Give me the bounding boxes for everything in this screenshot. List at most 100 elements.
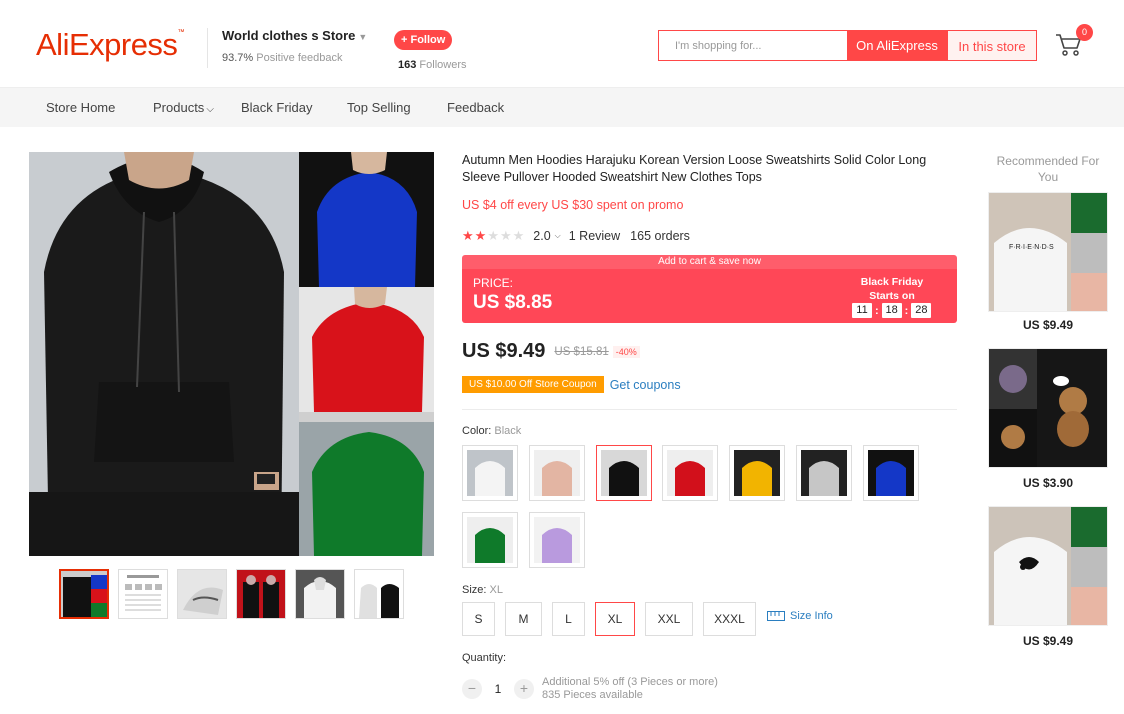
star-icon: ★ [499, 228, 513, 243]
store-info: World clothes s Store ▼ 93.7% Positive fe… [207, 28, 367, 68]
countdown-timer: 11 : 18 : 28 [852, 303, 932, 318]
store-name[interactable]: World clothes s Store ▼ [222, 28, 367, 43]
nav-black-friday[interactable]: Black Friday [241, 100, 313, 115]
size-xl-button[interactable]: XL [595, 602, 635, 636]
search-aliexpress-button[interactable]: On AliExpress [847, 30, 947, 61]
feedback-label: Positive feedback [256, 52, 343, 64]
thumbnail-2[interactable] [118, 569, 168, 619]
countdown-minutes: 18 [881, 303, 902, 318]
cart-button[interactable]: 0 [1054, 24, 1093, 60]
chevron-down-icon: ⌵ [206, 104, 214, 115]
chevron-down-icon: ▼ [358, 32, 368, 42]
color-swatch-black[interactable] [596, 445, 652, 501]
color-swatch-red[interactable] [662, 445, 718, 501]
hoodie-image [868, 450, 914, 496]
color-label-text: Color: [462, 425, 492, 437]
quantity-decrease-button[interactable]: − [462, 679, 482, 699]
recommended-item-3[interactable] [988, 506, 1108, 626]
coupon-row: US $10.00 Off Store Coupon Get coupons [462, 376, 681, 393]
store-nav: Store Home Products ⌵ Black Friday Top Se… [0, 87, 1124, 127]
product-title: Autumn Men Hoodies Harajuku Korean Versi… [462, 153, 927, 184]
size-l-button[interactable]: L [552, 602, 585, 636]
svg-text:F·R·I·E·N·D·S: F·R·I·E·N·D·S [1009, 244, 1054, 251]
thumbnail-image [61, 571, 107, 617]
color-value: Black [494, 425, 522, 437]
quantity-label: Quantity: [462, 652, 507, 664]
quantity-note: Additional 5% off (3 Pieces or more) 835… [542, 676, 718, 702]
chevron-down-icon[interactable]: ⌵ [555, 231, 561, 241]
hoodie-image [534, 450, 580, 496]
follow-button[interactable]: + Follow [394, 30, 453, 50]
thumbnail-1[interactable] [59, 569, 109, 619]
color-swatch-white[interactable] [462, 445, 518, 501]
thumbnail-5[interactable] [295, 569, 345, 619]
banner-top-text: Add to cart & save now [462, 255, 957, 269]
followers-label: Followers [419, 59, 467, 71]
store-coupon[interactable]: US $10.00 Off Store Coupon [462, 376, 604, 393]
thumbnail-image [237, 570, 285, 618]
thumbnail-3[interactable] [177, 569, 227, 619]
bf-line2: Starts on [869, 290, 915, 302]
hoodie-image [601, 450, 647, 496]
thumbnail-6[interactable] [354, 569, 404, 619]
size-xxl-button[interactable]: XXL [645, 602, 693, 636]
star-icon: ★ [512, 228, 526, 243]
size-m-button[interactable]: M [505, 602, 542, 636]
nav-feedback[interactable]: Feedback [447, 100, 504, 115]
promo-text[interactable]: US $4 off every US $30 spent on promo [462, 198, 683, 212]
thumbnail-image [355, 570, 403, 618]
color-swatch-pink[interactable] [529, 445, 585, 501]
color-swatch-purple[interactable] [529, 512, 585, 568]
product-image [989, 507, 1107, 625]
hoodie-image [667, 450, 713, 496]
countdown-hours: 11 [852, 303, 872, 318]
cart-badge: 0 [1076, 24, 1093, 41]
size-s-button[interactable]: S [462, 602, 495, 636]
color-swatch-green[interactable] [462, 512, 518, 568]
size-xxxl-button[interactable]: XXXL [703, 602, 756, 636]
thumbnail-image [178, 570, 226, 618]
hoodie-image [801, 450, 847, 496]
search-store-button[interactable]: In this store [947, 30, 1037, 61]
star-icon: ★ [487, 228, 500, 243]
main-product-image[interactable] [29, 152, 434, 556]
recommended-price-1: US $9.49 [1022, 318, 1074, 332]
pieces-available: 835 Pieces available [542, 689, 643, 701]
original-price: US $15.81 [554, 345, 609, 358]
nav-store-home[interactable]: Store Home [46, 100, 115, 115]
size-label-text: Size: [462, 584, 487, 596]
recommended-item-1[interactable]: F·R·I·E·N·D·S [988, 192, 1108, 312]
price-banner[interactable]: Add to cart & save now PRICE: US $8.85 B… [462, 255, 957, 323]
follow-box: + Follow 163 Followers [394, 30, 467, 71]
aliexpress-logo[interactable]: AliExpress™ [36, 27, 184, 63]
followers-count: 163 [398, 59, 417, 71]
color-swatch-yellow[interactable] [729, 445, 785, 501]
nav-products[interactable]: Products ⌵ [153, 100, 214, 115]
product-image [989, 349, 1107, 467]
color-swatch-gray[interactable] [796, 445, 852, 501]
recommended-item-2[interactable] [988, 348, 1108, 468]
quantity-stepper: − 1 + Additional 5% off (3 Pieces or mor… [462, 676, 718, 702]
product-collage-image [29, 152, 434, 556]
get-coupons-link[interactable]: Get coupons [610, 378, 681, 392]
rating-value[interactable]: 2.0 [533, 229, 550, 243]
hoodie-image [467, 450, 513, 496]
quantity-value[interactable]: 1 [482, 682, 514, 696]
color-label: Color: Black [462, 425, 521, 437]
recommended-title: Recommended For You [996, 154, 1100, 184]
star-icon: ★ [474, 228, 488, 243]
current-price: US $9.49 [462, 340, 546, 362]
size-value: XL [489, 584, 503, 596]
search-input[interactable]: I'm shopping for... [658, 30, 847, 61]
color-swatch-blue[interactable] [863, 445, 919, 501]
reviews-link[interactable]: 1 Review [569, 229, 620, 243]
hoodie-image [467, 517, 513, 563]
thumbnail-4[interactable] [236, 569, 286, 619]
size-info-link[interactable]: Size Info [767, 610, 833, 622]
star-icon: ★ [462, 228, 475, 243]
feedback-percent: 93.7% [222, 52, 254, 64]
logo-text: AliExpress [36, 27, 178, 62]
nav-top-selling[interactable]: Top Selling [347, 100, 411, 115]
quantity-increase-button[interactable]: + [514, 679, 534, 699]
banner-price: US $8.85 [473, 292, 553, 313]
